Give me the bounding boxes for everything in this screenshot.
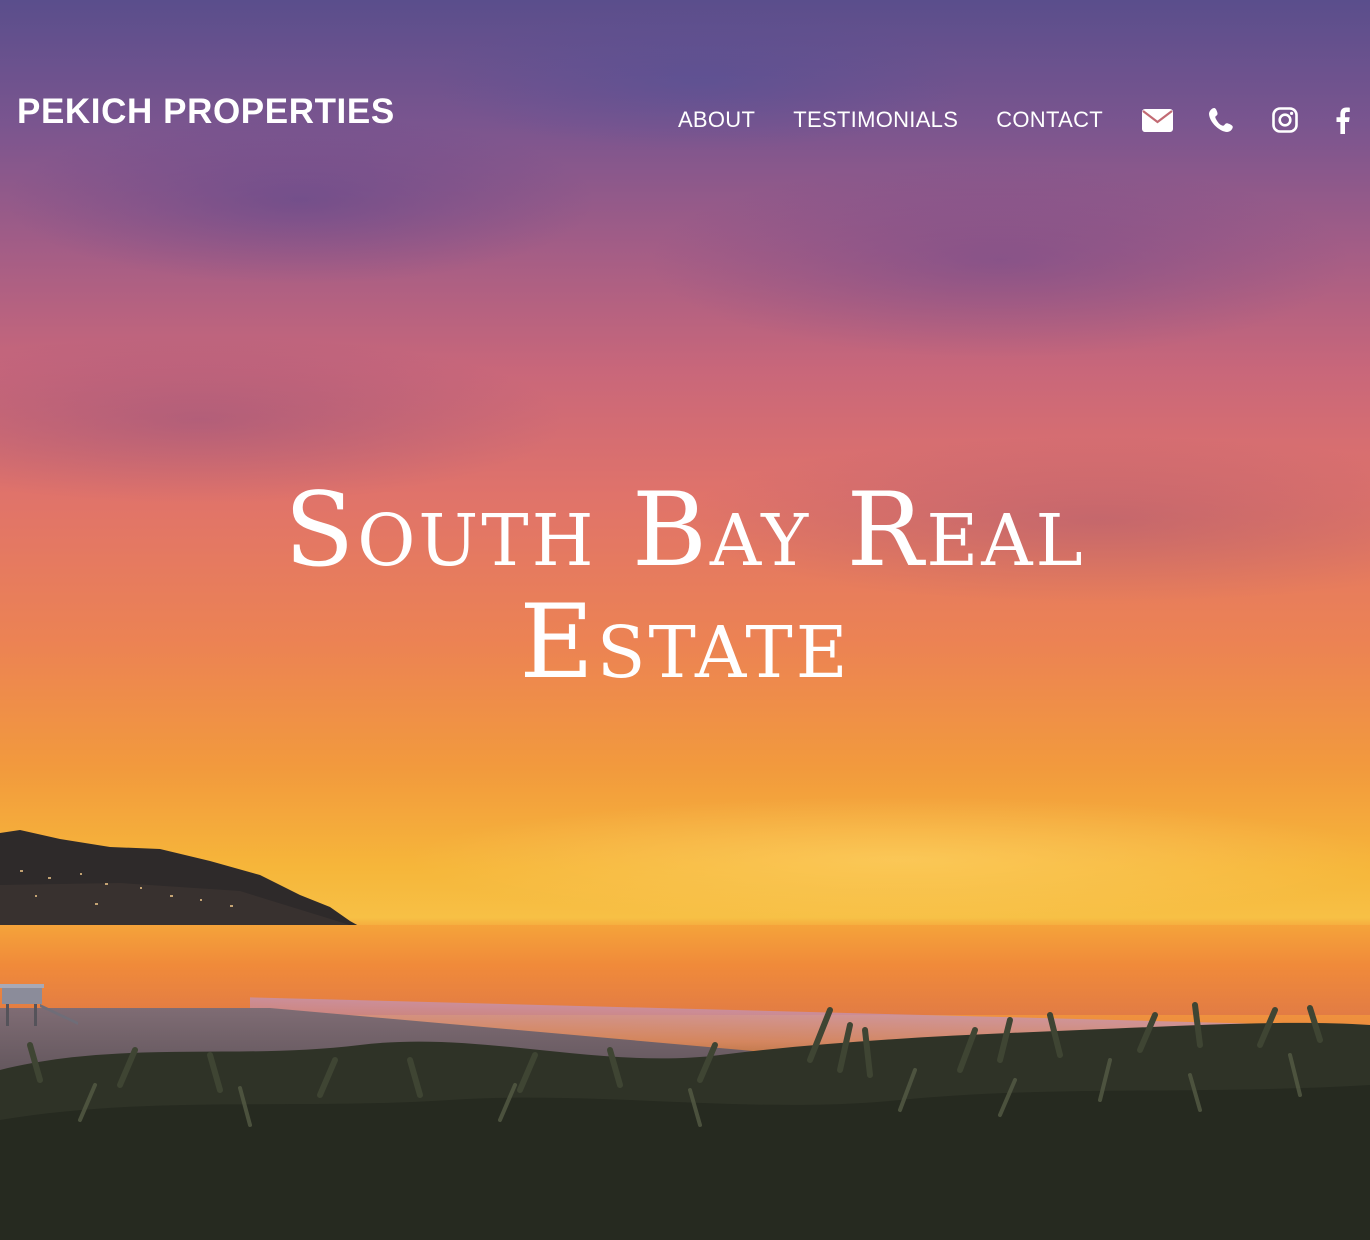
- brand-logo-link[interactable]: PEKICH PROPERTIES: [17, 92, 395, 132]
- instagram-icon[interactable]: [1269, 104, 1301, 136]
- main-nav: ABOUT TESTIMONIALS CONTACT: [678, 104, 1353, 136]
- phone-icon[interactable]: [1205, 104, 1237, 136]
- nav-testimonials[interactable]: TESTIMONIALS: [793, 107, 958, 133]
- hero-section: PEKICH PROPERTIES ABOUT TESTIMONIALS CON…: [0, 0, 1370, 1240]
- nav-about[interactable]: ABOUT: [678, 107, 755, 133]
- foreground-plants: [0, 1002, 1370, 1240]
- nav-contact[interactable]: CONTACT: [996, 107, 1103, 133]
- headland-silhouette: [0, 830, 380, 940]
- facebook-icon[interactable]: [1333, 104, 1353, 136]
- envelope-icon[interactable]: [1141, 104, 1173, 136]
- site-header: PEKICH PROPERTIES ABOUT TESTIMONIALS CON…: [0, 0, 1370, 200]
- hero-headline: South Bay Real Estate: [284, 471, 1086, 702]
